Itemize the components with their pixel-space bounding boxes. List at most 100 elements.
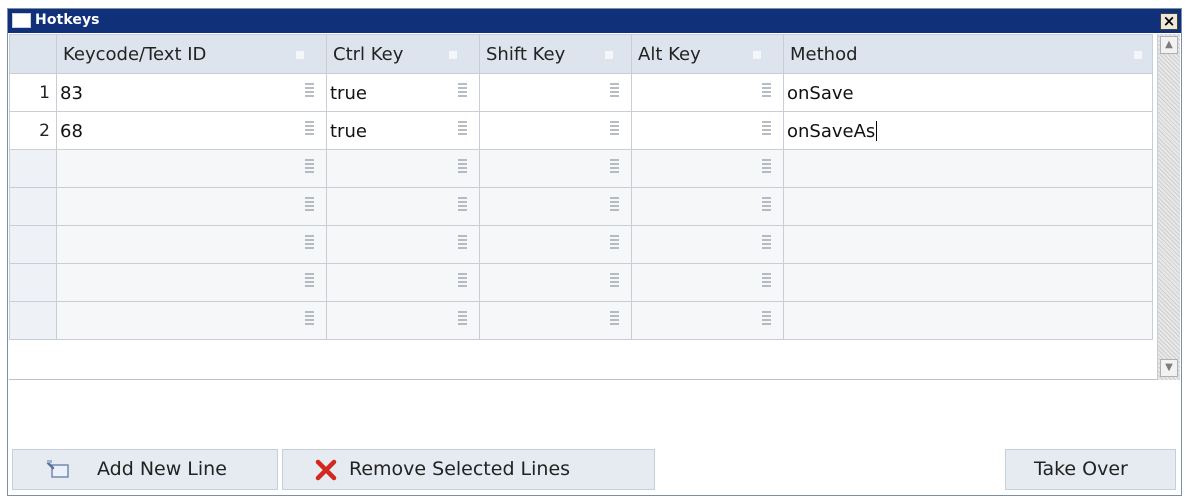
cell-shift[interactable]: [479, 149, 632, 188]
title-bar[interactable]: Hotkeys ×: [8, 9, 1181, 33]
table-row[interactable]: [9, 187, 1153, 226]
resize-grip-icon[interactable]: [305, 197, 314, 211]
resize-grip-icon[interactable]: [305, 121, 314, 135]
table-row[interactable]: [9, 149, 1153, 188]
cell-alt[interactable]: [631, 149, 784, 188]
resize-grip-icon[interactable]: [610, 235, 619, 249]
cell-ctrl[interactable]: [326, 225, 480, 264]
row-number[interactable]: [9, 263, 57, 302]
resize-grip-icon[interactable]: [610, 159, 619, 173]
cell-value: 83: [60, 83, 83, 104]
resize-grip-icon[interactable]: [762, 311, 771, 325]
cell-ctrl[interactable]: true: [326, 73, 480, 112]
cell-value: true: [330, 83, 367, 104]
resize-grip-icon[interactable]: [458, 159, 467, 173]
cell-method[interactable]: [783, 187, 1153, 226]
table-row[interactable]: [9, 263, 1153, 302]
column-menu-icon[interactable]: [296, 51, 304, 59]
cell-method[interactable]: [783, 149, 1153, 188]
table-row[interactable]: 1 83 true onSave: [9, 73, 1153, 112]
scroll-down-arrow-icon[interactable]: ▼: [1160, 359, 1178, 377]
cell-method[interactable]: [783, 301, 1153, 340]
resize-grip-icon[interactable]: [762, 197, 771, 211]
cell-keycode[interactable]: [56, 149, 327, 188]
column-menu-icon[interactable]: [753, 51, 761, 59]
row-number[interactable]: 1: [9, 73, 57, 112]
cell-value: onSaveAs: [787, 121, 878, 142]
cell-shift[interactable]: [479, 263, 632, 302]
column-menu-icon[interactable]: [1134, 51, 1142, 59]
column-header-method[interactable]: Method: [783, 34, 1153, 74]
cell-ctrl[interactable]: [326, 263, 480, 302]
resize-grip-icon[interactable]: [458, 121, 467, 135]
add-new-line-button[interactable]: Add New Line: [12, 449, 278, 490]
vertical-scrollbar[interactable]: ▲ ▼: [1157, 34, 1180, 380]
cell-shift[interactable]: [479, 225, 632, 264]
row-number[interactable]: [9, 225, 57, 264]
column-header-alt[interactable]: Alt Key: [631, 34, 784, 74]
cell-ctrl[interactable]: true: [326, 111, 480, 150]
resize-grip-icon[interactable]: [458, 235, 467, 249]
column-header-keycode[interactable]: Keycode/Text ID: [56, 34, 327, 74]
hotkeys-window: Hotkeys × Keycode/Text ID Ctrl Key Shift…: [7, 8, 1182, 496]
cell-alt[interactable]: [631, 225, 784, 264]
cell-shift[interactable]: [479, 111, 632, 150]
cell-method[interactable]: onSave: [783, 73, 1153, 112]
cell-shift[interactable]: [479, 301, 632, 340]
cell-keycode[interactable]: [56, 301, 327, 340]
cell-ctrl[interactable]: [326, 149, 480, 188]
scroll-up-arrow-icon[interactable]: ▲: [1160, 36, 1178, 54]
resize-grip-icon[interactable]: [762, 83, 771, 97]
resize-grip-icon[interactable]: [305, 273, 314, 287]
column-menu-icon[interactable]: [605, 51, 613, 59]
cell-keycode[interactable]: [56, 187, 327, 226]
resize-grip-icon[interactable]: [762, 159, 771, 173]
cell-keycode[interactable]: 68: [56, 111, 327, 150]
resize-grip-icon[interactable]: [305, 235, 314, 249]
cell-ctrl[interactable]: [326, 301, 480, 340]
resize-grip-icon[interactable]: [610, 273, 619, 287]
cell-method[interactable]: onSaveAs: [783, 111, 1153, 150]
column-header-shift[interactable]: Shift Key: [479, 34, 632, 74]
resize-grip-icon[interactable]: [305, 311, 314, 325]
row-number[interactable]: [9, 187, 57, 226]
resize-grip-icon[interactable]: [610, 121, 619, 135]
resize-grip-icon[interactable]: [305, 159, 314, 173]
resize-grip-icon[interactable]: [762, 273, 771, 287]
resize-grip-icon[interactable]: [610, 197, 619, 211]
cell-shift[interactable]: [479, 187, 632, 226]
resize-grip-icon[interactable]: [762, 121, 771, 135]
resize-grip-icon[interactable]: [610, 311, 619, 325]
cell-method[interactable]: [783, 263, 1153, 302]
cell-value: 68: [60, 121, 83, 142]
resize-grip-icon[interactable]: [305, 83, 314, 97]
cell-alt[interactable]: [631, 301, 784, 340]
column-menu-icon[interactable]: [449, 51, 457, 59]
resize-grip-icon[interactable]: [762, 235, 771, 249]
resize-grip-icon[interactable]: [458, 83, 467, 97]
resize-grip-icon[interactable]: [610, 83, 619, 97]
row-number[interactable]: 2: [9, 111, 57, 150]
cell-alt[interactable]: [631, 263, 784, 302]
take-over-button[interactable]: Take Over: [1005, 449, 1176, 490]
cell-alt[interactable]: [631, 187, 784, 226]
cell-alt[interactable]: [631, 73, 784, 112]
row-number[interactable]: [9, 301, 57, 340]
cell-keycode[interactable]: [56, 263, 327, 302]
column-header-ctrl[interactable]: Ctrl Key: [326, 34, 480, 74]
remove-selected-lines-button[interactable]: Remove Selected Lines: [282, 449, 655, 490]
close-button[interactable]: ×: [1160, 13, 1178, 30]
cell-keycode[interactable]: 83: [56, 73, 327, 112]
resize-grip-icon[interactable]: [458, 311, 467, 325]
resize-grip-icon[interactable]: [458, 197, 467, 211]
resize-grip-icon[interactable]: [458, 273, 467, 287]
table-row[interactable]: 2 68 true onSaveAs: [9, 111, 1153, 150]
row-number[interactable]: [9, 149, 57, 188]
table-row[interactable]: [9, 301, 1153, 340]
table-row[interactable]: [9, 225, 1153, 264]
cell-keycode[interactable]: [56, 225, 327, 264]
cell-alt[interactable]: [631, 111, 784, 150]
cell-shift[interactable]: [479, 73, 632, 112]
cell-method[interactable]: [783, 225, 1153, 264]
cell-ctrl[interactable]: [326, 187, 480, 226]
